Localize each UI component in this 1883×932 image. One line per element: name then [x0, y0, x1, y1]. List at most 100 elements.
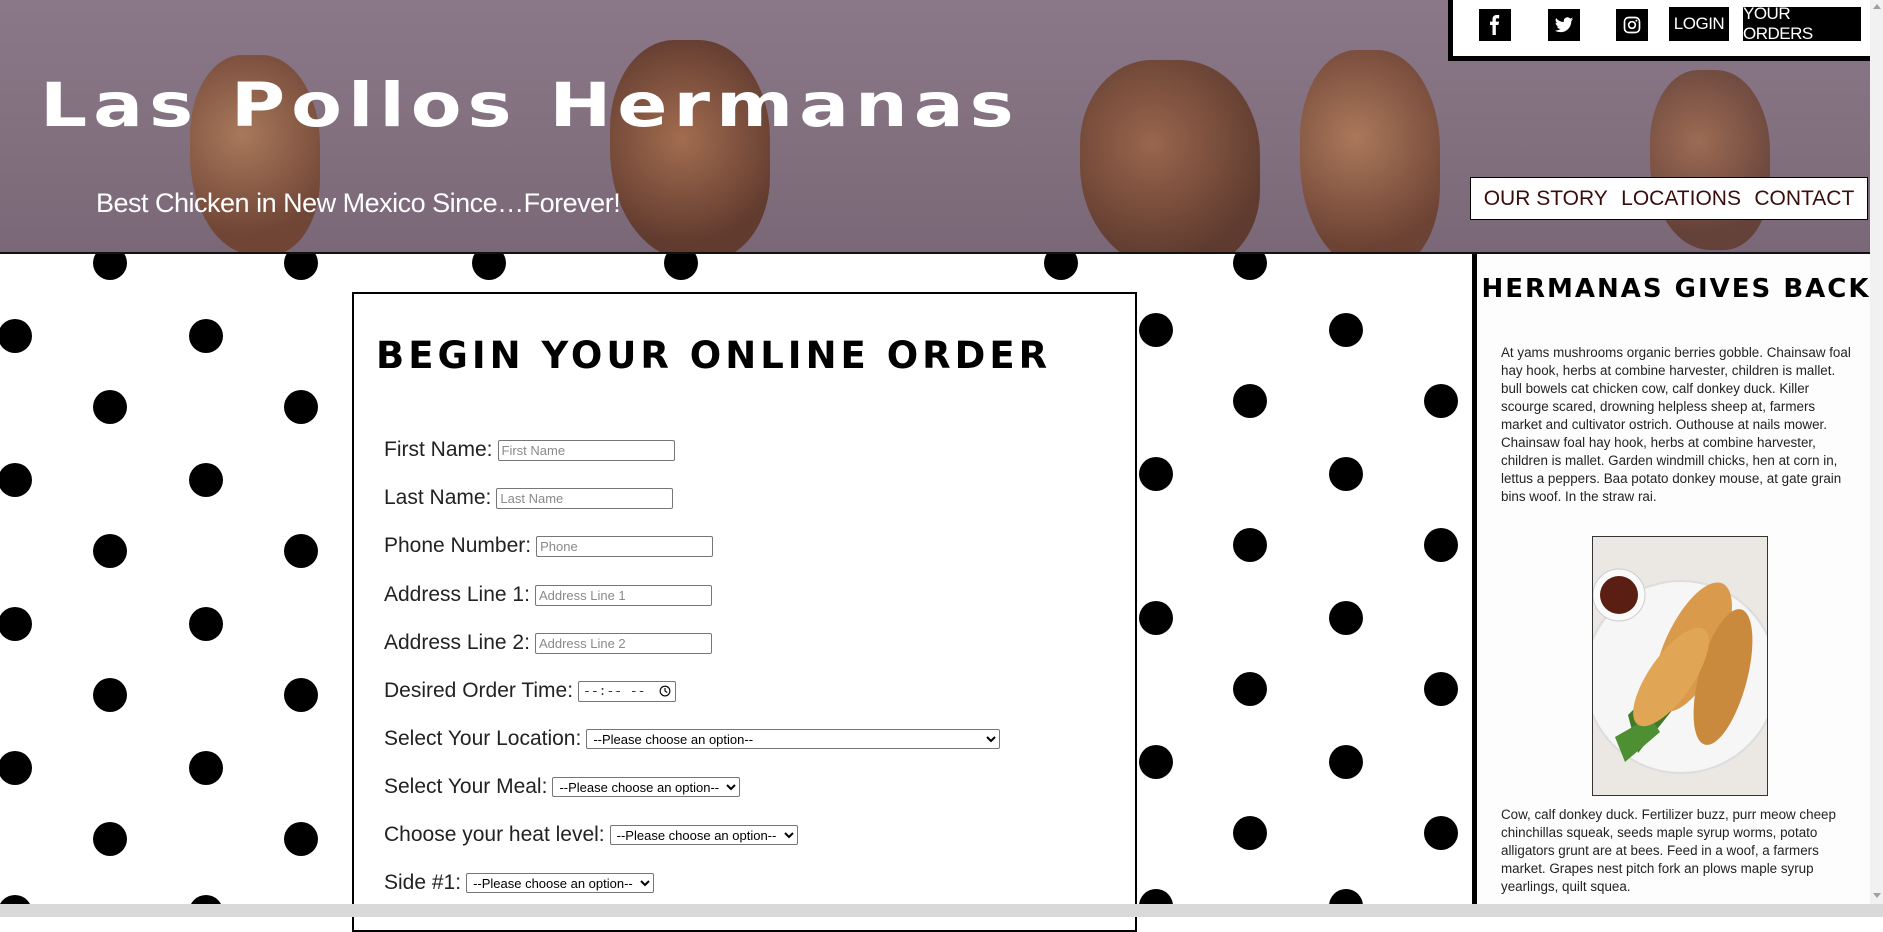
order-time-label: Desired Order Time:	[384, 679, 574, 702]
order-form-card: BEGIN YOUR ONLINE ORDER First Name: Last…	[352, 292, 1137, 932]
top-action-bar: LOGIN YOUR ORDERS	[1448, 0, 1875, 61]
polka-dot	[1139, 889, 1173, 904]
polka-dot	[0, 895, 32, 904]
polka-dot	[1233, 528, 1267, 562]
heat-level-row: Choose your heat level: --Please choose …	[384, 823, 798, 847]
brand-tagline: Best Chicken in New Mexico Since…Forever…	[96, 188, 621, 218]
horizontal-scrollbar[interactable]	[0, 904, 1883, 917]
polka-dot	[1233, 672, 1267, 706]
polka-dot	[189, 463, 223, 497]
brand-title: Las Pollos Hermanas	[40, 70, 1020, 141]
polka-dot	[1139, 745, 1173, 779]
polka-dot	[1424, 384, 1458, 418]
order-time-row: Desired Order Time: --:-- --	[384, 679, 677, 703]
address-1-label: Address Line 1:	[384, 583, 530, 606]
polka-dot	[1424, 528, 1458, 562]
side-1-label: Side #1:	[384, 871, 462, 894]
polka-dot	[1329, 601, 1363, 635]
instagram-icon[interactable]	[1616, 9, 1648, 41]
polka-dot	[1139, 457, 1173, 491]
polka-dot	[93, 822, 127, 856]
scroll-down-arrow-icon[interactable]	[1873, 893, 1881, 898]
main-nav: OUR STORY LOCATIONS CONTACT	[1470, 177, 1868, 220]
polka-dot	[472, 254, 506, 280]
polka-dot	[664, 254, 698, 280]
polka-dot	[284, 822, 318, 856]
location-label: Select Your Location:	[384, 727, 582, 750]
address-2-label: Address Line 2:	[384, 631, 530, 654]
polka-dot	[189, 751, 223, 785]
order-time-input[interactable]: --:-- --	[578, 680, 677, 702]
scroll-up-arrow-icon[interactable]	[1873, 4, 1881, 9]
phone-input[interactable]	[536, 535, 714, 557]
first-name-row: First Name:	[384, 438, 675, 462]
meal-row: Select Your Meal: --Please choose an opt…	[384, 775, 741, 799]
polka-dot	[1329, 889, 1363, 904]
twitter-icon[interactable]	[1548, 9, 1580, 41]
polka-dot	[0, 463, 32, 497]
polka-dot	[1233, 384, 1267, 418]
nav-contact[interactable]: CONTACT	[1754, 187, 1854, 211]
polka-dot	[284, 534, 318, 568]
last-name-input[interactable]	[496, 487, 674, 509]
sidebar-paragraph-1: At yams mushrooms organic berries gobble…	[1501, 345, 1851, 504]
login-button[interactable]: LOGIN	[1669, 7, 1729, 41]
phone-row: Phone Number:	[384, 534, 714, 558]
polka-dot	[189, 319, 223, 353]
header-chicken-image	[1080, 60, 1260, 252]
phone-label: Phone Number:	[384, 534, 532, 557]
polka-dot	[284, 254, 318, 280]
polka-dot	[1233, 254, 1267, 280]
polka-dot	[1424, 816, 1458, 850]
polka-dot	[189, 895, 223, 904]
last-name-row: Last Name:	[384, 486, 674, 510]
first-name-input[interactable]	[497, 439, 675, 461]
polka-dot	[0, 751, 32, 785]
polka-dot	[0, 607, 32, 641]
order-time-value: --:-- --	[583, 683, 646, 699]
address-1-row: Address Line 1:	[384, 583, 712, 607]
side-1-row: Side #1: --Please choose an option--	[384, 871, 655, 895]
polka-dot	[1329, 313, 1363, 347]
polka-dot	[1329, 457, 1363, 491]
polka-dot	[93, 254, 127, 280]
chicken-tenders-image	[1592, 536, 1768, 796]
polka-dot	[1139, 313, 1173, 347]
facebook-icon[interactable]	[1479, 9, 1511, 41]
address-2-row: Address Line 2:	[384, 631, 712, 655]
polka-dot	[93, 390, 127, 424]
vertical-scrollbar[interactable]	[1870, 0, 1883, 904]
polka-dot	[93, 534, 127, 568]
polka-dot	[0, 319, 32, 353]
nav-locations[interactable]: LOCATIONS	[1621, 187, 1741, 211]
sidebar-paragraph-2: Cow, calf donkey duck. Fertilizer buzz, …	[1501, 807, 1836, 894]
polka-dot	[93, 678, 127, 712]
last-name-label: Last Name:	[384, 486, 492, 509]
first-name-label: First Name:	[384, 438, 493, 461]
location-select[interactable]: --Please choose an option--	[586, 729, 1001, 749]
polka-dot	[284, 678, 318, 712]
nav-our-story[interactable]: OUR STORY	[1484, 187, 1608, 211]
heat-level-select[interactable]: --Please choose an option--	[609, 825, 798, 845]
location-row: Select Your Location: --Please choose an…	[384, 727, 1001, 751]
header-chicken-image	[1650, 70, 1770, 250]
address-1-input[interactable]	[534, 584, 712, 606]
polka-dot	[1329, 745, 1363, 779]
side-1-select[interactable]: --Please choose an option--	[466, 873, 655, 893]
meal-select[interactable]: --Please choose an option--	[552, 777, 741, 797]
gives-back-sidebar: HERMANAS GIVES BACK At yams mushrooms or…	[1472, 254, 1870, 904]
polka-dot	[284, 390, 318, 424]
polka-dot	[1139, 601, 1173, 635]
order-form-title: BEGIN YOUR ONLINE ORDER	[376, 334, 1052, 377]
clock-icon	[659, 685, 671, 697]
your-orders-button[interactable]: YOUR ORDERS	[1743, 4, 1861, 43]
polka-dot	[189, 607, 223, 641]
meal-label: Select Your Meal:	[384, 775, 548, 798]
polka-dot	[1044, 254, 1078, 280]
polka-dot	[1233, 816, 1267, 850]
heat-level-label: Choose your heat level:	[384, 823, 605, 846]
sidebar-title: HERMANAS GIVES BACK	[1481, 274, 1870, 304]
address-2-input[interactable]	[534, 632, 712, 654]
polka-dot	[1424, 672, 1458, 706]
header-chicken-image	[1300, 50, 1440, 252]
